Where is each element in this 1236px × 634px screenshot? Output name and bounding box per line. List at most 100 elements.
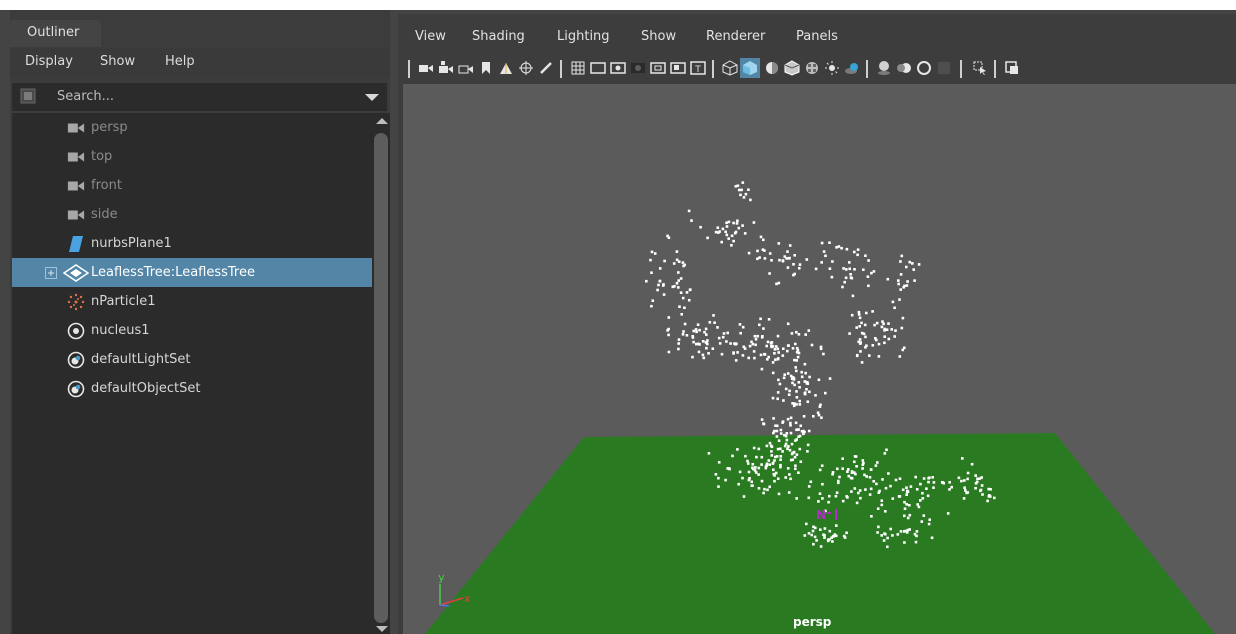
outliner-item-leaflesstree[interactable]: LeaflessTree:LeaflessTree: [12, 258, 372, 287]
particle-point: [807, 485, 811, 488]
particle-point: [689, 288, 692, 291]
outliner-item-persp[interactable]: persp: [12, 113, 372, 142]
scene-canvas[interactable]: N y x: [403, 84, 1236, 634]
outliner-tab[interactable]: Outliner: [10, 20, 101, 47]
particle-point: [667, 327, 670, 331]
particle-point: [768, 272, 771, 275]
particle-point: [860, 361, 864, 364]
field-chart-icon[interactable]: [650, 60, 666, 76]
shadows-icon[interactable]: [844, 60, 860, 76]
safe-action-icon[interactable]: [670, 60, 686, 76]
toolbar-separator: [866, 60, 868, 78]
scroll-thumb[interactable]: [374, 133, 388, 623]
wireframe-icon[interactable]: [722, 60, 738, 76]
particle-point: [794, 342, 797, 346]
bookmark-camera-icon[interactable]: [458, 60, 474, 76]
camera-icon: [67, 181, 85, 191]
menu-shading[interactable]: Shading: [472, 29, 525, 44]
particle-point: [897, 282, 900, 286]
select-camera-icon[interactable]: [418, 60, 434, 76]
use-all-lights-icon[interactable]: [824, 60, 840, 76]
filter-icon[interactable]: [20, 88, 36, 104]
outliner-item-defaultobjectset[interactable]: defaultObjectSet: [12, 374, 372, 403]
particle-point: [875, 482, 878, 486]
menu-lighting[interactable]: Lighting: [557, 29, 610, 44]
particle-point: [842, 267, 845, 270]
film-gate-icon[interactable]: [590, 60, 606, 76]
particle-point: [805, 522, 808, 526]
search-input[interactable]: Search...: [57, 89, 114, 104]
outliner-item-defaultlightset[interactable]: defaultLightSet: [12, 345, 372, 374]
menu-display[interactable]: Display: [25, 54, 73, 69]
particle-point: [914, 475, 917, 479]
particle-point: [845, 531, 848, 535]
particle-point: [903, 500, 906, 504]
safe-title-icon[interactable]: T: [690, 60, 706, 76]
screen-space-ao-icon[interactable]: [876, 60, 892, 76]
particle-point: [928, 518, 931, 521]
particle-point: [845, 268, 848, 271]
perspective-viewport[interactable]: N y x persp: [403, 84, 1236, 634]
bookmark-icon[interactable]: [478, 60, 494, 76]
outliner-item-nucleus1[interactable]: nucleus1: [12, 316, 372, 345]
outliner-item-top[interactable]: top: [12, 142, 372, 171]
particle-point: [759, 317, 762, 321]
particle-point: [798, 266, 801, 270]
particle-point: [789, 431, 793, 435]
depth-of-field-icon[interactable]: [936, 60, 952, 76]
outliner-search-bar[interactable]: Search...: [12, 83, 387, 111]
resolution-gate-icon[interactable]: [610, 60, 626, 76]
outliner-scrollbar[interactable]: [372, 113, 390, 634]
particle-point: [784, 434, 788, 438]
xray-icon[interactable]: [1004, 60, 1020, 76]
outliner-item-nparticle1[interactable]: nParticle1: [12, 287, 372, 316]
outliner-item-nurbsplane1[interactable]: nurbsPlane1: [12, 229, 372, 258]
particle-point: [963, 479, 966, 482]
particle-point: [717, 461, 721, 464]
particle-point: [817, 378, 821, 382]
scroll-down-arrow-icon[interactable]: [376, 626, 388, 632]
grid-icon[interactable]: [570, 60, 586, 76]
wireframe-on-shaded-icon[interactable]: [784, 60, 800, 76]
menu-show[interactable]: Show: [100, 54, 135, 69]
particle-point: [870, 271, 873, 275]
textured-icon[interactable]: [804, 60, 820, 76]
particle-point: [736, 184, 740, 187]
particle-point: [896, 533, 900, 536]
particle-point: [872, 480, 875, 483]
anti-aliasing-icon[interactable]: [916, 60, 932, 76]
nurbs-plane-ground[interactable]: [425, 433, 1215, 634]
smooth-shade-icon[interactable]: [740, 58, 760, 78]
menu-view[interactable]: View: [415, 29, 446, 44]
isolate-select-icon[interactable]: [972, 60, 988, 76]
particle-point: [681, 261, 685, 264]
scroll-up-arrow-icon[interactable]: [376, 118, 388, 124]
menu-panels[interactable]: Panels: [796, 29, 838, 44]
particle-point: [763, 352, 766, 356]
grease-pencil-icon[interactable]: [538, 60, 554, 76]
particle-point: [925, 487, 928, 490]
expand-icon[interactable]: [45, 267, 57, 279]
particle-point: [682, 264, 685, 268]
outliner-item-side[interactable]: side: [12, 200, 372, 229]
menu-show[interactable]: Show: [641, 29, 676, 44]
particle-point: [966, 471, 970, 475]
particle-point: [667, 333, 670, 337]
particle-point: [742, 345, 746, 349]
camera-attributes-icon[interactable]: [438, 60, 454, 76]
menu-renderer[interactable]: Renderer: [706, 29, 765, 44]
particle-point: [831, 473, 834, 476]
motion-blur-icon[interactable]: [896, 60, 912, 76]
default-material-icon[interactable]: [764, 60, 780, 76]
gate-mask-icon[interactable]: [630, 60, 646, 76]
particle-point: [824, 254, 827, 258]
chevron-down-icon[interactable]: [365, 94, 379, 101]
outliner-item-front[interactable]: front: [12, 171, 372, 200]
particle-point: [752, 446, 756, 450]
particle-point: [671, 285, 675, 289]
menu-help[interactable]: Help: [165, 54, 195, 69]
particle-point: [748, 477, 751, 480]
image-plane-icon[interactable]: [498, 60, 514, 76]
2d-pan-zoom-icon[interactable]: [518, 60, 534, 76]
particle-point: [656, 288, 659, 292]
